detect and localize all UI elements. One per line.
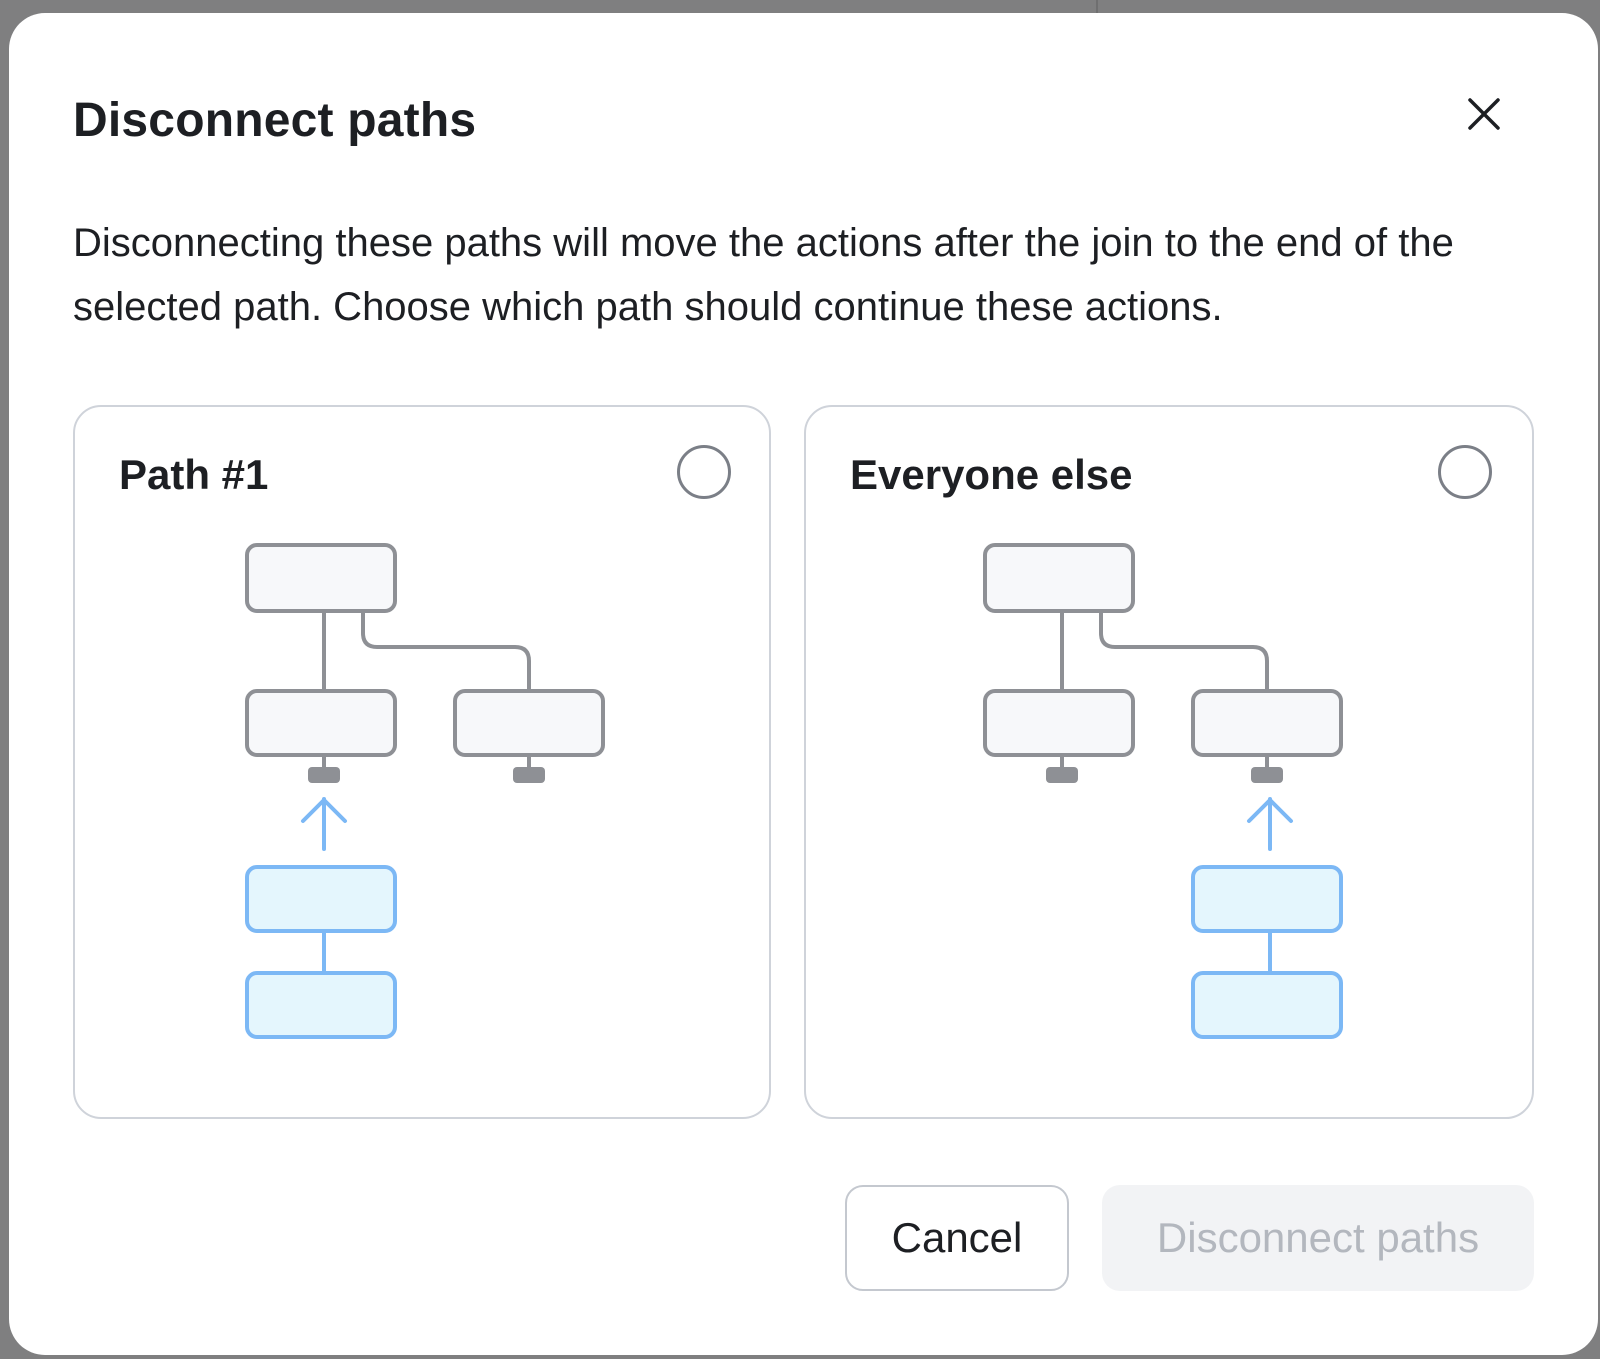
cancel-button[interactable]: Cancel (845, 1185, 1069, 1291)
path-diagram-illustration (245, 543, 605, 1039)
dialog-description: Disconnecting these paths will move the … (73, 221, 1454, 329)
close-button[interactable] (1459, 89, 1509, 139)
backdrop-divider (1096, 0, 1098, 14)
disconnect-paths-button[interactable]: Disconnect paths (1102, 1185, 1534, 1291)
option-card-everyone-else[interactable]: Everyone else (804, 405, 1534, 1119)
disconnect-paths-dialog: Disconnect paths Disconnecting these pat… (9, 13, 1598, 1355)
close-icon (1468, 98, 1500, 130)
path-diagram-illustration (983, 543, 1343, 1039)
option-card-path-1[interactable]: Path #1 (73, 405, 771, 1119)
dialog-title: Disconnect paths (73, 94, 477, 147)
